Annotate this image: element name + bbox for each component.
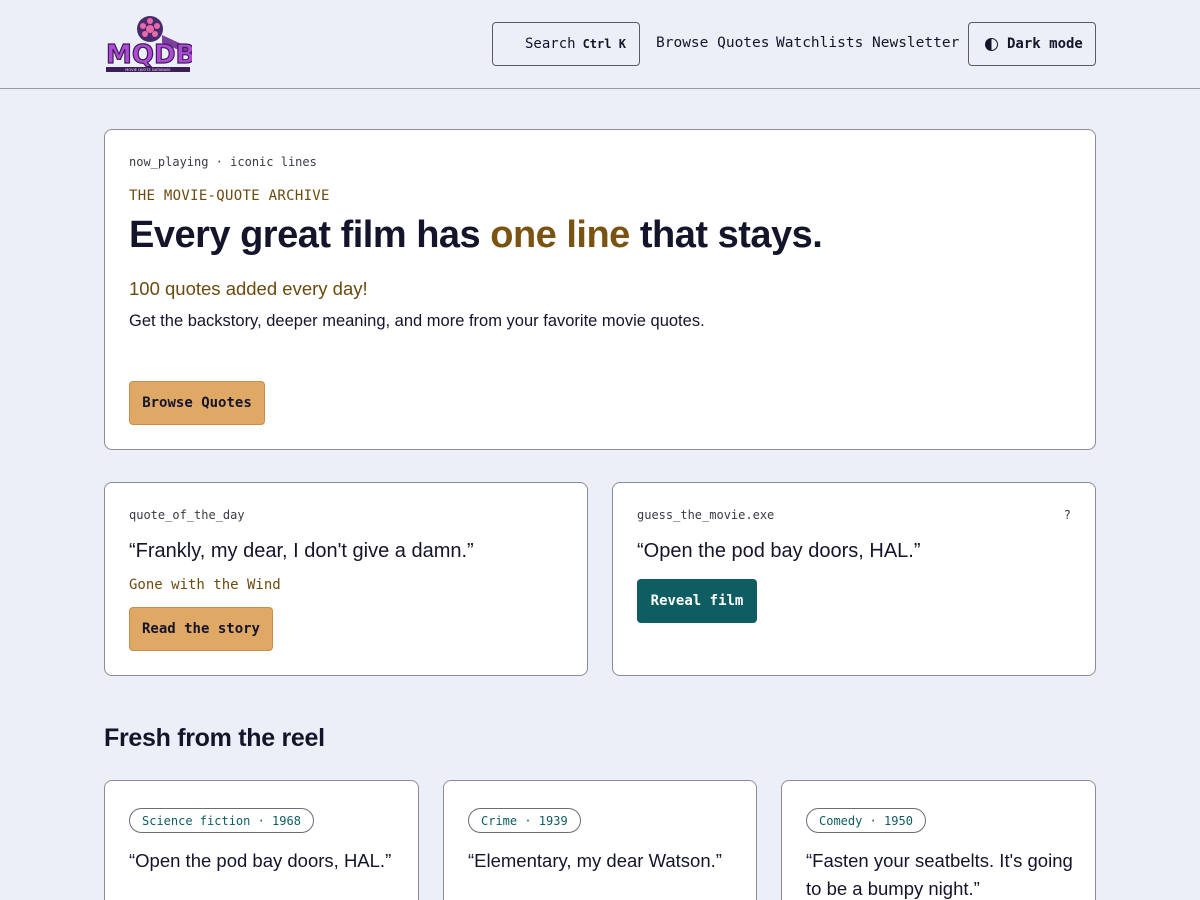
- logo-wordmark: MQDB: [106, 40, 192, 70]
- search-shortcut-hint: Ctrl K: [582, 37, 626, 51]
- headline-part-1: Every great film has: [129, 214, 491, 256]
- site-header: MQDB MOVIE QUOTE DATABASE Search Ctrl K …: [0, 0, 1200, 89]
- read-the-story-button[interactable]: Read the story: [129, 607, 273, 651]
- help-icon[interactable]: ?: [1064, 508, 1071, 522]
- quote-card[interactable]: Science fiction · 1968 “Open the pod bay…: [104, 780, 419, 900]
- hero-kicker: now_playing · iconic lines: [129, 155, 317, 169]
- guess-the-movie-card: guess_the_movie.exe ? “Open the pod bay …: [612, 482, 1096, 676]
- headline-part-2: that stays.: [629, 214, 823, 256]
- headline-accent: one line: [490, 214, 630, 256]
- guess-kicker: guess_the_movie.exe: [637, 508, 775, 522]
- hero-headline: Every great film has one line that stays…: [129, 214, 823, 257]
- genre-year-tag[interactable]: Crime · 1939: [468, 808, 581, 833]
- browse-quotes-button[interactable]: Browse Quotes: [129, 381, 265, 425]
- qotd-kicker: quote_of_the_day: [129, 508, 245, 522]
- hero-description: Get the backstory, deeper meaning, and m…: [129, 312, 705, 330]
- hero-tagline: 100 quotes added every day!: [129, 278, 368, 299]
- quote-card[interactable]: Crime · 1939 “Elementary, my dear Watson…: [443, 780, 757, 900]
- nav-watchlists[interactable]: Watchlists: [776, 35, 863, 51]
- quote-card-text: “Elementary, my dear Watson.”: [468, 850, 722, 871]
- quote-of-the-day-card: quote_of_the_day “Frankly, my dear, I do…: [104, 482, 588, 676]
- genre-year-tag[interactable]: Comedy · 1950: [806, 808, 926, 833]
- contrast-icon: [985, 37, 998, 51]
- guess-quote: “Open the pod bay doors, HAL.”: [637, 540, 921, 562]
- search-button[interactable]: Search Ctrl K: [492, 22, 640, 66]
- dark-mode-label: Dark mode: [1007, 36, 1083, 52]
- section-title-fresh: Fresh from the reel: [104, 724, 325, 752]
- logo-subtitle: MOVIE QUOTE DATABASE: [125, 68, 171, 72]
- quote-card[interactable]: Comedy · 1950 “Fasten your seatbelts. It…: [781, 780, 1096, 900]
- genre-year-tag[interactable]: Science fiction · 1968: [129, 808, 314, 833]
- reveal-film-button[interactable]: Reveal film: [637, 579, 757, 623]
- mqdb-logo[interactable]: MQDB MOVIE QUOTE DATABASE: [104, 15, 196, 73]
- qotd-quote: “Frankly, my dear, I don't give a damn.”: [129, 540, 474, 562]
- search-label: Search: [525, 36, 576, 52]
- dark-mode-toggle[interactable]: Dark mode: [968, 22, 1096, 66]
- hero-eyebrow: THE MOVIE-QUOTE ARCHIVE: [129, 188, 330, 204]
- hero-card: now_playing · iconic lines THE MOVIE-QUO…: [104, 129, 1096, 450]
- quote-card-text: “Fasten your seatbelts. It's going to be…: [806, 850, 1073, 899]
- nav-browse-quotes[interactable]: Browse Quotes: [656, 35, 770, 51]
- qotd-film-title[interactable]: Gone with the Wind: [129, 577, 281, 593]
- quote-card-text: “Open the pod bay doors, HAL.”: [129, 850, 392, 871]
- nav-newsletter[interactable]: Newsletter: [872, 35, 959, 51]
